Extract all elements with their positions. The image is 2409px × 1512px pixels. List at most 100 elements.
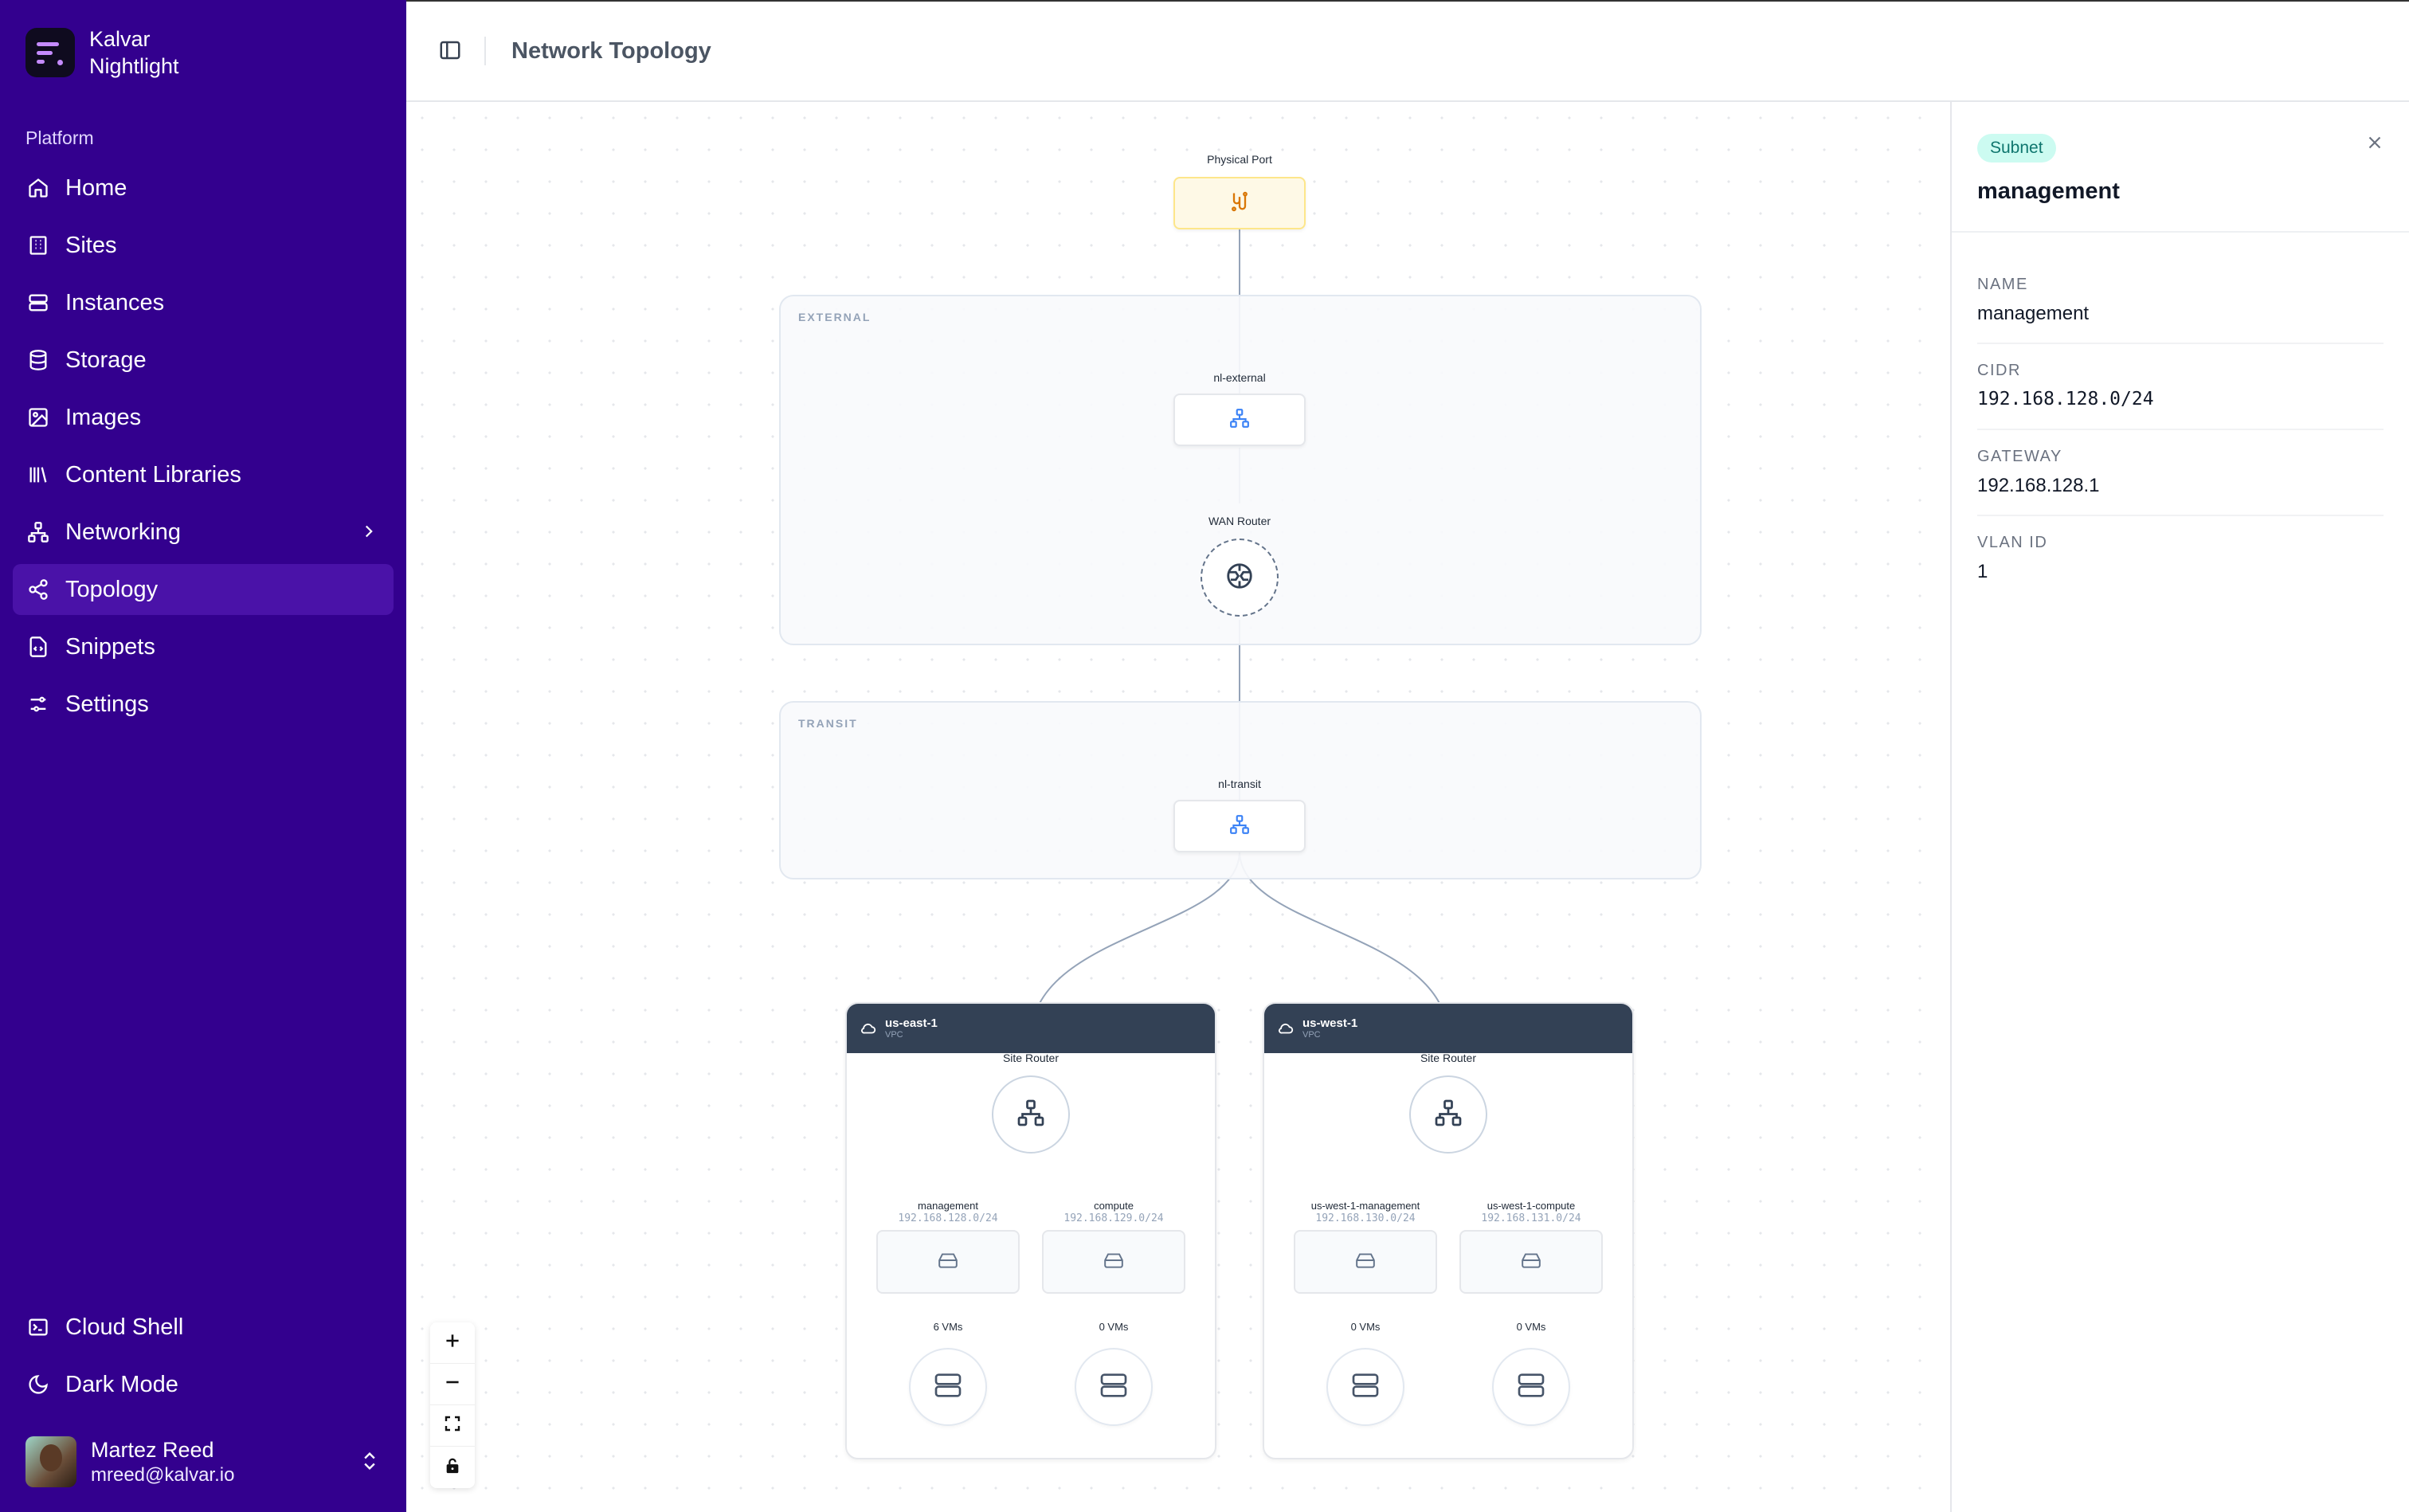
subnet-cidr-label: 192.168.128.0/24 — [898, 1212, 998, 1224]
cloud-icon — [860, 1020, 877, 1041]
physical-port-node[interactable] — [1173, 177, 1306, 229]
plus-icon — [442, 1330, 463, 1355]
server-icon — [932, 1369, 964, 1405]
nl-external-node[interactable] — [1173, 394, 1306, 446]
brand-name: Kalvar — [89, 27, 151, 51]
vm-count-label: 6 VMs — [933, 1321, 963, 1333]
vpc-header: us-east-1 VPC — [847, 1004, 1215, 1053]
panel-title: management — [1977, 178, 2120, 204]
nl-external-label: nl-external — [1213, 371, 1266, 384]
nl-transit-label: nl-transit — [1218, 778, 1261, 790]
hard-drive-icon — [1521, 1250, 1541, 1275]
cloud-icon — [1277, 1020, 1295, 1041]
lock-button[interactable] — [430, 1447, 475, 1488]
property-value: 192.168.128.1 — [1977, 475, 2100, 496]
property-value: 192.168.128.0/24 — [1977, 389, 2154, 409]
close-icon[interactable] — [2364, 132, 2385, 157]
wan-router-label: WAN Router — [1208, 515, 1271, 527]
vm-group-node[interactable] — [1075, 1348, 1153, 1426]
subnet-name-label: compute — [1094, 1200, 1134, 1212]
sidebar-item-instances[interactable]: Instances — [13, 277, 394, 328]
property-key: VLAN ID — [1977, 534, 2048, 551]
subnet-cidr-label: 192.168.130.0/24 — [1315, 1212, 1416, 1224]
sidebar-item-label: Snippets — [65, 633, 155, 660]
network-icon — [1229, 814, 1250, 839]
topology-canvas[interactable]: Physical Port EXTERNAL nl-external WAN R… — [406, 102, 1950, 1512]
database-icon — [25, 347, 51, 373]
type-badge: Subnet — [1977, 134, 2056, 163]
vm-group-node[interactable] — [909, 1348, 987, 1426]
library-icon — [25, 462, 51, 488]
property-key: NAME — [1977, 276, 2028, 293]
hard-drive-icon — [1355, 1250, 1376, 1275]
sidebar-item-settings[interactable]: Settings — [13, 679, 394, 730]
sidebar-item-label: Dark Mode — [65, 1371, 178, 1397]
sidebar-item-sites[interactable]: Sites — [13, 220, 394, 271]
sidebar-item-label: Storage — [65, 347, 147, 373]
site-router-node[interactable] — [1409, 1075, 1487, 1154]
kalvar-logo — [25, 28, 75, 77]
zoom-in-button[interactable] — [430, 1322, 475, 1364]
vpc-name: us-east-1 — [885, 1016, 938, 1030]
property-value: management — [1977, 303, 2090, 324]
vm-group-node[interactable] — [1326, 1348, 1404, 1426]
header-divider — [484, 37, 486, 65]
physical-port-label: Physical Port — [1207, 153, 1272, 166]
sidebar-item-storage[interactable]: Storage — [13, 335, 394, 386]
subnet-name-label: us-west-1-management — [1310, 1200, 1420, 1212]
sidebar-item-home[interactable]: Home — [13, 163, 394, 213]
sidebar: Kalvar Nightlight Platform Home Sites In… — [0, 0, 406, 1512]
sidebar-item-networking[interactable]: Networking — [13, 507, 394, 558]
server-icon — [1515, 1369, 1547, 1405]
fit-view-button[interactable] — [430, 1405, 475, 1447]
moon-icon — [25, 1372, 51, 1397]
sidebar-item-label: Content Libraries — [65, 461, 241, 488]
page-header: Network Topology — [406, 0, 2409, 102]
site-router-label: Site Router — [1002, 1052, 1060, 1064]
share-icon — [25, 577, 51, 602]
site-router-node[interactable] — [992, 1075, 1070, 1154]
sidebar-item-label: Images — [65, 404, 142, 430]
sidebar-nav: Home Sites Instances Storage Images Cont… — [13, 163, 394, 736]
sidebar-toggle-icon[interactable] — [438, 38, 462, 66]
subnet-node-compute[interactable] — [1042, 1230, 1185, 1294]
property-key: CIDR — [1977, 362, 2021, 379]
network-icon — [1434, 1099, 1463, 1131]
sidebar-item-images[interactable]: Images — [13, 392, 394, 443]
sidebar-item-cloud-shell[interactable]: Cloud Shell — [13, 1302, 394, 1353]
vm-group-node[interactable] — [1492, 1348, 1570, 1426]
brand[interactable]: Kalvar Nightlight — [25, 25, 179, 80]
page-title: Network Topology — [511, 38, 711, 64]
sidebar-item-dark-mode[interactable]: Dark Mode — [13, 1359, 394, 1410]
subnet-node-management[interactable] — [876, 1230, 1020, 1294]
sidebar-item-topology[interactable]: Topology — [13, 564, 394, 615]
vm-count-label: 0 VMs — [1099, 1321, 1129, 1333]
chevron-right-icon — [358, 521, 379, 548]
sidebar-item-label: Instances — [65, 289, 165, 315]
server-icon — [1098, 1369, 1130, 1405]
zoom-out-button[interactable] — [430, 1364, 475, 1405]
subnet-cidr-label: 192.168.129.0/24 — [1063, 1212, 1164, 1224]
subnet-node-us-west-1-management[interactable] — [1294, 1230, 1437, 1294]
vpc-name: us-west-1 — [1302, 1016, 1358, 1030]
port-icon — [1228, 190, 1251, 217]
fullscreen-icon — [443, 1414, 462, 1437]
sidebar-item-label: Settings — [65, 691, 149, 717]
user-menu[interactable]: Martez Reed mreed@kalvar.io — [25, 1434, 381, 1490]
user-email: mreed@kalvar.io — [91, 1464, 235, 1486]
subnet-name-label: management — [918, 1200, 978, 1212]
lock-icon — [444, 1457, 461, 1479]
sidebar-item-content-libraries[interactable]: Content Libraries — [13, 449, 394, 500]
property-gateway: GATEWAY 192.168.128.1 — [1977, 430, 2384, 516]
site-router-label: Site Router — [1420, 1052, 1477, 1064]
image-icon — [25, 405, 51, 430]
network-icon — [1229, 408, 1250, 433]
nl-transit-node[interactable] — [1173, 800, 1306, 852]
minus-icon — [442, 1372, 463, 1396]
subnet-node-us-west-1-compute[interactable] — [1459, 1230, 1603, 1294]
wan-router-node[interactable] — [1201, 539, 1279, 617]
transit-group: TRANSIT — [779, 701, 1702, 879]
vm-count-label: 0 VMs — [1350, 1321, 1381, 1333]
sidebar-item-snippets[interactable]: Snippets — [13, 621, 394, 672]
terminal-icon — [25, 1314, 51, 1340]
